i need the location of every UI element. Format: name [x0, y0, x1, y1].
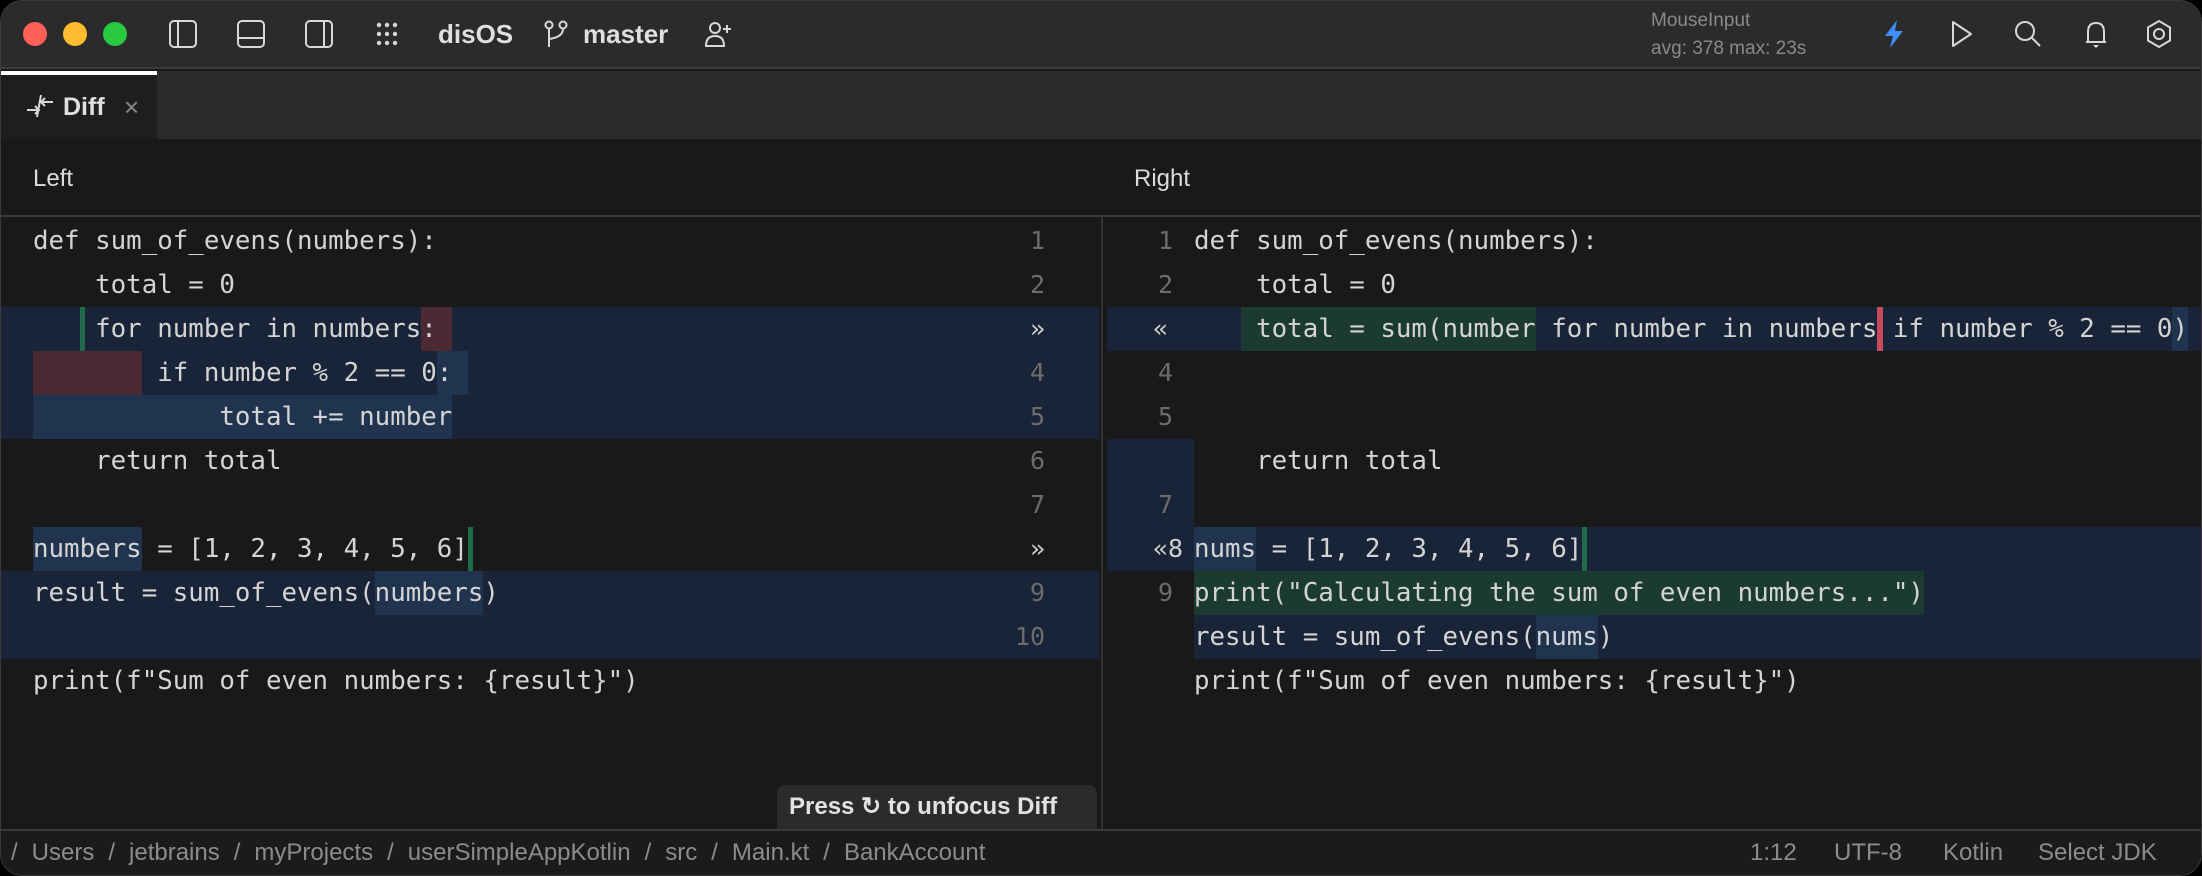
perf-title: MouseInput	[1651, 10, 1751, 31]
code-line: total = 0	[1194, 270, 1396, 300]
code-line: print(f"Sum of even numbers: {result}")	[33, 666, 639, 696]
line-number: 9	[1158, 578, 1174, 607]
breadcrumb-separator: /	[387, 839, 394, 866]
apply-change-right-button[interactable]: »	[1030, 527, 1045, 571]
toggle-left-panel-icon[interactable]	[168, 19, 198, 49]
minimize-window-button[interactable]	[63, 22, 87, 46]
file-encoding[interactable]: UTF-8	[1834, 831, 1902, 875]
breadcrumb-item[interactable]: myProjects	[254, 831, 373, 875]
project-name[interactable]: disOS	[438, 19, 513, 50]
add-user-icon[interactable]	[703, 19, 733, 49]
line-number: 5	[1029, 402, 1045, 431]
tab-close-icon[interactable]: ×	[124, 92, 139, 123]
breadcrumb-separator: /	[108, 839, 116, 866]
code-line: if number % 2 == 0:	[33, 358, 453, 388]
unfocus-hint-tooltip: Press ↻ to unfocus Diff	[777, 785, 1097, 829]
lightning-icon[interactable]	[1879, 19, 1909, 49]
left-editor[interactable]: def sum_of_evens(numbers): total = 0 for…	[1, 219, 1101, 829]
apply-change-left-button[interactable]: «8	[1153, 527, 1183, 571]
breadcrumb-item[interactable]: userSimpleAppKotlin	[408, 831, 631, 875]
code-line: numbers = [1, 2, 3, 4, 5, 6]	[33, 534, 468, 564]
code-line: return total	[1194, 446, 1443, 476]
breadcrumb-separator: /	[711, 839, 718, 866]
code-line: return total	[33, 446, 282, 476]
toggle-bottom-panel-icon[interactable]	[236, 19, 266, 49]
code-line: total = sum(number for number in numbers…	[1194, 314, 2188, 344]
code-line: result = sum_of_evens(nums)	[1194, 622, 1614, 652]
file-language[interactable]: Kotlin	[1943, 831, 2003, 875]
close-window-button[interactable]	[23, 22, 47, 46]
code-line: result = sum_of_evens(numbers)	[33, 578, 499, 608]
insert-marker	[1582, 527, 1588, 571]
title-bar: disOS master MouseInput avg: 378 max: 23…	[1, 1, 2201, 69]
diff-header: Left Right	[1, 139, 2201, 217]
code-line: print(f"Sum of even numbers: {result}")	[1194, 666, 1800, 696]
code-line: def sum_of_evens(numbers):	[1194, 226, 1598, 256]
insert-marker	[467, 527, 473, 571]
apply-change-left-button[interactable]: «	[1153, 307, 1168, 351]
breadcrumb-separator: /	[11, 839, 18, 866]
breadcrumb-item[interactable]: src	[665, 831, 697, 875]
line-number: 2	[1029, 270, 1045, 299]
tab-diff[interactable]: Diff ×	[1, 71, 157, 139]
line-number: 4	[1029, 358, 1045, 387]
branch-name[interactable]: master	[583, 19, 668, 50]
maximize-window-button[interactable]	[103, 22, 127, 46]
branch-icon	[544, 20, 568, 47]
code-line: nums = [1, 2, 3, 4, 5, 6]	[1194, 534, 1583, 564]
line-number: 5	[1158, 402, 1174, 431]
right-editor[interactable]: def sum_of_evens(numbers): total = 0 tot…	[1103, 219, 2201, 829]
line-number: 10	[1014, 622, 1045, 651]
code-line: def sum_of_evens(numbers):	[33, 226, 437, 256]
line-number: 9	[1029, 578, 1045, 607]
tab-label: Diff	[63, 93, 105, 121]
left-pane-title: Left	[33, 165, 74, 192]
line-number: 1	[1158, 226, 1174, 255]
code-line: total += number	[33, 402, 453, 432]
change-block	[1107, 439, 1194, 527]
breadcrumb-item[interactable]: jetbrains	[129, 831, 220, 875]
line-number: 1	[1029, 226, 1045, 255]
code-line: for number in numbers:	[33, 314, 437, 344]
toggle-right-panel-icon[interactable]	[304, 19, 334, 49]
breadcrumb-item[interactable]: Users	[32, 831, 95, 875]
line-number: 4	[1158, 358, 1174, 387]
breadcrumb-separator: /	[233, 839, 241, 866]
line-number: 6	[1029, 446, 1045, 475]
apply-change-right-button[interactable]: »	[1030, 307, 1045, 351]
breadcrumb-separator: /	[823, 839, 830, 866]
breadcrumb-item[interactable]: BankAccount	[844, 831, 985, 875]
code-line: print("Calculating the sum of even numbe…	[1194, 578, 1924, 608]
settings-icon[interactable]	[2144, 19, 2174, 49]
apps-grid-icon[interactable]	[372, 19, 402, 49]
line-number: 2	[1158, 270, 1174, 299]
right-pane-title: Right	[1134, 165, 1191, 192]
breadcrumb: / Users / jetbrains / myProjects / userSimpleAp…	[11, 831, 985, 875]
breadcrumb-item[interactable]: Main.kt	[732, 831, 809, 875]
code-line: total = 0	[33, 270, 235, 300]
perf-stats: avg: 378 max: 23s	[1651, 38, 1807, 59]
tab-bar: Diff ×	[1, 71, 2201, 139]
line-number: 7	[1158, 490, 1174, 519]
search-icon[interactable]	[2013, 19, 2043, 49]
run-icon[interactable]	[1946, 19, 1976, 49]
breadcrumb-separator: /	[644, 839, 652, 866]
select-jdk[interactable]: Select JDK	[2038, 831, 2157, 875]
ide-window: disOS master MouseInput avg: 378 max: 23…	[0, 0, 2202, 876]
line-number: 7	[1029, 490, 1045, 519]
cursor-position[interactable]: 1:12	[1750, 831, 1797, 875]
status-bar: / Users / jetbrains / myProjects / userSimpleAp…	[1, 829, 2201, 875]
diff-icon	[27, 94, 53, 118]
bell-icon[interactable]	[2081, 19, 2111, 49]
